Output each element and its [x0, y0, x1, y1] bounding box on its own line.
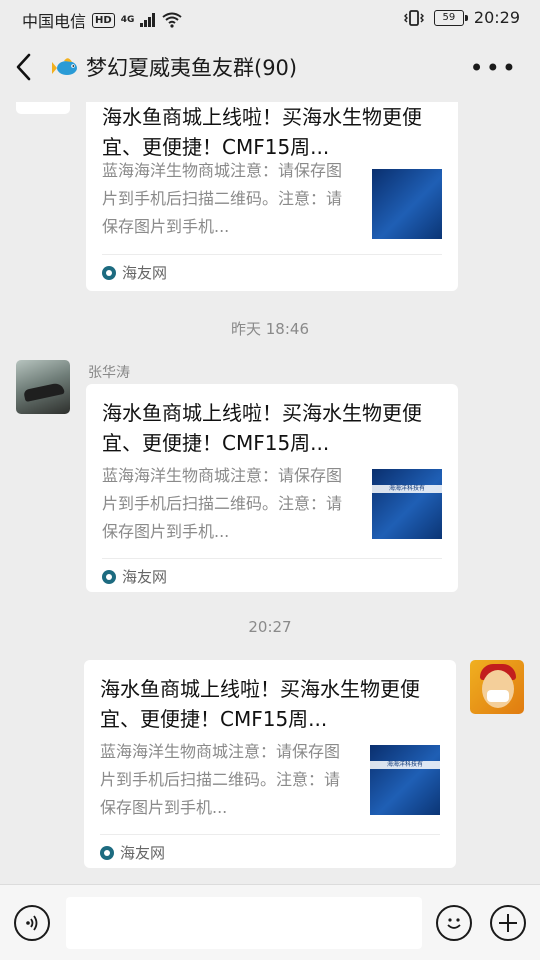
status-left: 中国电信 HD 4G: [22, 8, 182, 32]
sender-name: 张华涛: [88, 365, 130, 381]
input-bar: [0, 884, 540, 960]
avatar[interactable]: [16, 360, 70, 414]
card-thumbnail: 海海洋科技有: [370, 745, 440, 815]
thumb-text: 海海洋科技有: [372, 485, 442, 493]
card-desc: 蓝海海洋生物商城注意：请保存图片到手机后扫描二维码。注意：请保存图片到手机...: [102, 161, 343, 236]
avatar[interactable]: [470, 660, 524, 714]
source-logo-icon: [102, 569, 116, 584]
source-logo-icon: [102, 265, 116, 280]
vibrate-icon: [403, 9, 424, 26]
card-divider: [102, 254, 442, 255]
voice-icon: [26, 915, 38, 931]
link-card[interactable]: 海水鱼商城上线啦！买海水生物更便宜、更便捷！CMF15周... 蓝海海洋生物商城…: [84, 660, 456, 868]
status-bar: 中国电信 HD 4G 59 20:29: [0, 0, 540, 36]
avatar[interactable]: [16, 102, 70, 114]
emoji-icon: [447, 918, 461, 929]
card-thumbnail: 海海洋科技有: [372, 469, 442, 539]
hd-badge: HD: [92, 12, 115, 28]
wifi-icon: [162, 12, 182, 28]
card-source: 海友网: [100, 842, 165, 863]
more-button[interactable]: •••: [470, 56, 518, 80]
card-desc: 蓝海海洋生物商城注意：请保存图片到手机后扫描二维码。注意：请保存图片到手机...: [100, 742, 341, 817]
status-right: 59 20:29: [403, 8, 520, 27]
plus-button[interactable]: [490, 905, 526, 941]
source-logo-icon: [100, 845, 114, 860]
card-title: 海水鱼商城上线啦！买海水生物更便宜、更便捷！CMF15周...: [100, 677, 420, 731]
fish-emoji-icon: [52, 58, 77, 75]
emoji-button[interactable]: [436, 905, 472, 941]
chat-title: 梦幻夏威夷鱼友群(90): [52, 52, 297, 82]
chevron-left-icon: [16, 53, 31, 81]
signal-icon: [140, 13, 156, 27]
avatar-face: [482, 670, 514, 708]
card-source: 海友网: [102, 566, 167, 587]
message-input[interactable]: [66, 897, 422, 949]
battery-icon: 59: [433, 9, 468, 26]
card-thumbnail: [372, 169, 442, 239]
chat-area[interactable]: 海水鱼商城上线啦！买海水生物更便宜、更便捷！CMF15周... 蓝海海洋生物商城…: [0, 102, 540, 884]
source-label: 海友网: [122, 568, 168, 586]
link-card[interactable]: 海水鱼商城上线啦！买海水生物更便宜、更便捷！CMF15周... 蓝海海洋生物商城…: [86, 384, 458, 592]
card-title: 海水鱼商城上线啦！买海水生物更便宜、更便捷！CMF15周...: [102, 105, 422, 159]
card-divider: [102, 558, 442, 559]
signal-label: 4G: [120, 15, 135, 25]
source-label: 海友网: [122, 264, 168, 282]
car-image: [23, 381, 65, 403]
voice-button[interactable]: [14, 905, 50, 941]
chat-title-text: 梦幻夏威夷鱼友群(90): [86, 56, 298, 80]
card-desc: 蓝海海洋生物商城注意：请保存图片到手机后扫描二维码。注意：请保存图片到手机...: [102, 466, 343, 541]
clock: 20:29: [473, 8, 520, 27]
back-button[interactable]: [14, 52, 44, 86]
thumb-text: 海海洋科技有: [370, 761, 440, 769]
timestamp: 昨天 18:46: [231, 320, 309, 338]
link-card[interactable]: 海水鱼商城上线啦！买海水生物更便宜、更便捷！CMF15周... 蓝海海洋生物商城…: [86, 102, 458, 291]
plus-icon: [499, 914, 517, 932]
avatar-mask: [487, 690, 509, 702]
source-label: 海友网: [120, 844, 166, 862]
chat-header: 梦幻夏威夷鱼友群(90) •••: [0, 36, 540, 102]
carrier-label: 中国电信: [22, 12, 87, 31]
card-source: 海友网: [102, 262, 167, 283]
card-title: 海水鱼商城上线啦！买海水生物更便宜、更便捷！CMF15周...: [102, 401, 422, 455]
timestamp: 20:27: [248, 618, 292, 636]
card-divider: [100, 834, 440, 835]
